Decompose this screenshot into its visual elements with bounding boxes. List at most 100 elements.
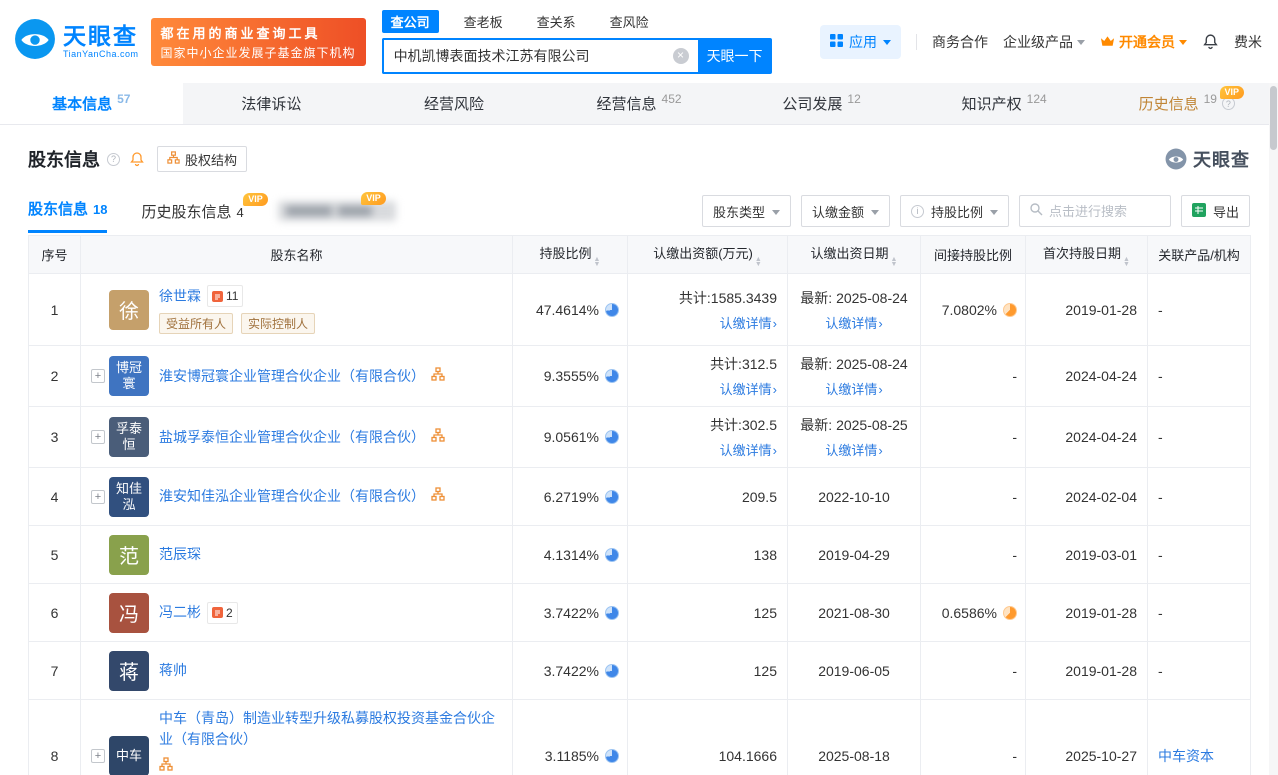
shareholder-name-link[interactable]: 盐城孚泰恒企业管理合伙企业（有限合伙） <box>159 427 425 448</box>
first-date-value: 2024-02-04 <box>1025 467 1148 526</box>
holding-count-badge[interactable]: 2 <box>207 601 238 624</box>
indirect-value: - <box>920 641 1026 700</box>
logo-title: 天眼查 <box>63 23 138 50</box>
filter-shareholder-type[interactable]: 股东类型 <box>701 195 791 227</box>
related-value: - <box>1147 345 1251 407</box>
chevron-right-icon: › <box>772 443 777 458</box>
indirect-value: - <box>920 525 1026 584</box>
expand-icon[interactable]: + <box>91 749 105 763</box>
ratio-pie-icon[interactable] <box>605 605 619 620</box>
apps-button[interactable]: 应用 <box>820 24 901 59</box>
shareholder-name-link[interactable]: 徐世霖 <box>159 286 201 307</box>
equity-structure-icon[interactable] <box>431 486 445 507</box>
shareholder-name-link[interactable]: 范辰琛 <box>159 544 201 565</box>
tab-company-development[interactable]: 公司发展 12 <box>730 83 913 124</box>
table-search-input[interactable] <box>1048 203 1161 219</box>
table-search-box <box>1018 195 1171 227</box>
amount-detail-link[interactable]: 认缴详情› <box>636 379 777 398</box>
amount-value: 125 <box>627 583 788 642</box>
table-row: 1 徐 徐世霖 11 受益所有人 实际控制人 47.4614% 共计:1585.… <box>28 273 1251 346</box>
logo-subtitle: TianYanCha.com <box>63 48 139 59</box>
avatar: 中车 <box>109 736 149 775</box>
date-value: 2022-10-10 <box>787 467 921 526</box>
row-seq: 5 <box>28 525 81 584</box>
tianyancha-logo[interactable]: 天眼查 TianYanCha.com <box>14 18 139 65</box>
shareholder-name-link[interactable]: 淮安知佳泓企业管理合伙企业（有限合伙） <box>159 486 425 507</box>
crown-icon <box>1100 34 1115 50</box>
search-tabs: 查公司 查老板 查关系 查风险 <box>381 9 772 33</box>
user-name[interactable]: 费米 <box>1234 32 1262 52</box>
ratio-pie-icon[interactable] <box>605 749 619 763</box>
export-button[interactable]: 导出 <box>1180 195 1250 227</box>
search-box: × <box>381 37 698 74</box>
amount-detail-link[interactable]: 认缴详情› <box>636 313 777 332</box>
col-subscribed-amount[interactable]: 认缴出资额(万元) ▲ ▼ <box>627 235 788 274</box>
search-tab-relation[interactable]: 查关系 <box>528 10 585 33</box>
ratio-pie-icon[interactable] <box>605 547 619 562</box>
holding-count-badge[interactable]: 11 <box>207 285 244 307</box>
nav-open-vip[interactable]: 开通会员 <box>1100 32 1187 52</box>
tab-intellectual-property[interactable]: 知识产权 124 <box>913 83 1096 124</box>
search-tab-boss[interactable]: 查老板 <box>455 10 512 33</box>
equity-structure-icon[interactable] <box>431 366 445 387</box>
related-product-link[interactable]: 中车资本 <box>1158 748 1214 764</box>
indirect-pie-icon[interactable] <box>1003 605 1017 620</box>
indirect-pie-icon[interactable] <box>1003 302 1017 317</box>
date-value: 最新: 2025-08-24 <box>800 356 908 372</box>
scrollbar[interactable] <box>1269 83 1278 775</box>
date-detail-link[interactable]: 认缴详情› <box>825 379 882 398</box>
col-subscribed-date[interactable]: 认缴出资日期 ▲ ▼ <box>787 235 921 274</box>
sort-icon: ▲ ▼ <box>754 255 762 268</box>
search-button[interactable]: 天眼一下 <box>697 37 772 74</box>
ratio-pie-icon[interactable] <box>605 489 619 504</box>
shareholder-subtabs: 股东信息 18 历史股东信息 4 VIP VIP 股东类型 认缴金额 i 持股比例 <box>28 192 1250 233</box>
shareholder-name-link[interactable]: 中车（青岛）制造业转型升级私募股权投资基金合伙企业（有限合伙） <box>159 708 504 750</box>
tab-history-info[interactable]: VIP 历史信息 19 ? <box>1095 83 1278 124</box>
blurred-subtab: VIP <box>277 192 396 233</box>
shareholder-name-link[interactable]: 冯二彬 <box>159 602 201 623</box>
bell-icon[interactable] <box>1202 33 1219 50</box>
amount-detail-link[interactable]: 认缴详情› <box>636 440 777 459</box>
related-value: - <box>1147 641 1251 700</box>
clear-icon[interactable]: × <box>672 47 689 64</box>
row-seq: 3 <box>28 406 81 468</box>
subtab-history-shareholders[interactable]: 历史股东信息 4 VIP <box>141 193 268 233</box>
tab-operating-info[interactable]: 经营信息 452 <box>548 83 731 124</box>
date-detail-link[interactable]: 认缴详情› <box>825 440 882 459</box>
search-tab-risk[interactable]: 查风险 <box>601 10 658 33</box>
equity-structure-icon[interactable] <box>431 427 445 448</box>
equity-structure-icon[interactable] <box>159 756 173 775</box>
scrollbar-thumb[interactable] <box>1270 86 1277 150</box>
expand-icon[interactable]: + <box>91 369 105 383</box>
filter-subscribed-amount[interactable]: 认缴金额 <box>800 195 890 227</box>
nav-business-cooperation[interactable]: 商务合作 <box>932 32 988 52</box>
subscribe-bell-icon[interactable] <box>129 151 145 167</box>
col-first-holding-date[interactable]: 首次持股日期 ▲ ▼ <box>1025 235 1148 274</box>
equity-structure-button[interactable]: 股权结构 <box>157 146 248 172</box>
date-detail-link[interactable]: 认缴详情› <box>825 313 882 332</box>
nav-enterprise-products[interactable]: 企业级产品 <box>1003 32 1085 52</box>
help-icon[interactable]: ? <box>107 152 120 166</box>
shareholder-name-link[interactable]: 蒋帅 <box>159 660 187 681</box>
search-tab-company[interactable]: 查公司 <box>381 9 439 33</box>
ratio-pie-icon[interactable] <box>605 302 619 317</box>
date-value: 2019-06-05 <box>787 641 921 700</box>
search-input[interactable] <box>383 47 673 64</box>
first-date-value: 2024-04-24 <box>1025 345 1148 407</box>
expand-icon[interactable]: + <box>91 489 105 504</box>
shareholder-name-link[interactable]: 淮安博冠寰企业管理合伙企业（有限合伙） <box>159 366 425 387</box>
promo-line2: 国家中小企业发展子基金旗下机构 <box>160 45 356 60</box>
subtab-shareholders[interactable]: 股东信息 18 <box>28 198 108 233</box>
tab-legal-proceedings[interactable]: 法律诉讼 <box>183 83 366 124</box>
ratio-pie-icon[interactable] <box>605 663 619 678</box>
col-related-products: 关联产品/机构 <box>1147 235 1251 274</box>
tab-basic-info[interactable]: 基本信息 57 <box>0 83 183 124</box>
expand-icon[interactable]: + <box>91 430 105 444</box>
ratio-value: 9.0561% <box>543 429 599 445</box>
ratio-pie-icon[interactable] <box>605 369 619 383</box>
chevron-down-icon <box>1077 40 1085 49</box>
filter-holding-ratio[interactable]: i 持股比例 <box>899 195 1009 227</box>
ratio-pie-icon[interactable] <box>605 430 619 444</box>
col-holding-ratio[interactable]: 持股比例 ▲ ▼ <box>512 235 628 274</box>
tab-operating-risk[interactable]: 经营风险 <box>365 83 548 124</box>
